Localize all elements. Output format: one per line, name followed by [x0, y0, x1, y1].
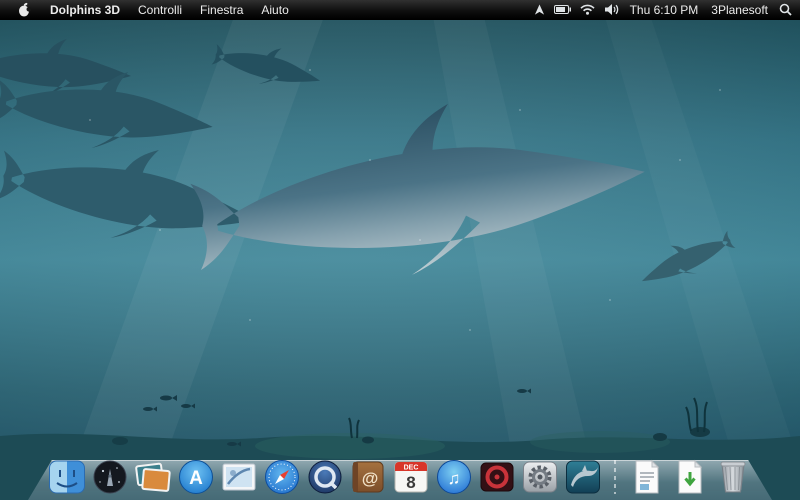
document-2-dock-icon[interactable]	[671, 458, 709, 496]
app-store-letter: A	[189, 468, 203, 489]
photo-stack-dock-icon[interactable]	[134, 458, 172, 496]
menu-bar-vendor[interactable]: 3Planesoft	[709, 3, 770, 17]
location-arrow-icon[interactable]	[534, 4, 545, 16]
dolphins-3d-dock-icon[interactable]	[564, 458, 602, 496]
dock-items: A	[0, 458, 800, 496]
trash-dock-icon[interactable]	[714, 458, 752, 496]
safari-dock-icon[interactable]	[263, 458, 301, 496]
underwater-wallpaper	[0, 0, 800, 500]
quicktime-dock-icon[interactable]	[306, 458, 344, 496]
address-book-at: @	[362, 469, 379, 488]
itunes-note: ♫	[448, 469, 461, 488]
menu-bar-status-area: Thu 6:10 PM 3Planesoft	[534, 0, 792, 19]
spotlight-icon[interactable]	[779, 3, 792, 16]
ical-month: DEC	[404, 465, 419, 472]
app-store-dock-icon[interactable]: A	[177, 458, 215, 496]
apple-menu[interactable]	[8, 0, 41, 19]
system-preferences-dock-icon[interactable]	[521, 458, 559, 496]
ical-day: 8	[406, 473, 415, 492]
menu-app-name[interactable]: Dolphins 3D	[41, 0, 129, 20]
ical-dock-icon[interactable]: DEC 8	[392, 458, 430, 496]
apple-logo	[18, 2, 31, 17]
space-app-dock-icon[interactable]	[91, 458, 129, 496]
dvd-player-dock-icon[interactable]	[478, 458, 516, 496]
menu-bar-left: Dolphins 3D Controlli Finestra Aiuto	[8, 0, 298, 19]
dock-separator	[614, 460, 616, 494]
finder-dock-icon[interactable]	[48, 458, 86, 496]
menu-bar-clock[interactable]: Thu 6:10 PM	[628, 3, 701, 17]
menu-finestra[interactable]: Finestra	[191, 0, 252, 20]
wifi-icon[interactable]	[580, 4, 595, 15]
itunes-dock-icon[interactable]: ♫	[435, 458, 473, 496]
menu-bar: Dolphins 3D Controlli Finestra Aiuto	[0, 0, 800, 20]
document-1-dock-icon[interactable]	[628, 458, 666, 496]
battery-icon[interactable]	[554, 5, 571, 14]
mail-dock-icon[interactable]	[220, 458, 258, 496]
address-book-dock-icon[interactable]: @	[349, 458, 387, 496]
menu-controlli[interactable]: Controlli	[129, 0, 191, 20]
dock: A	[0, 442, 800, 500]
volume-icon[interactable]	[604, 3, 619, 16]
menu-aiuto[interactable]: Aiuto	[252, 0, 297, 20]
